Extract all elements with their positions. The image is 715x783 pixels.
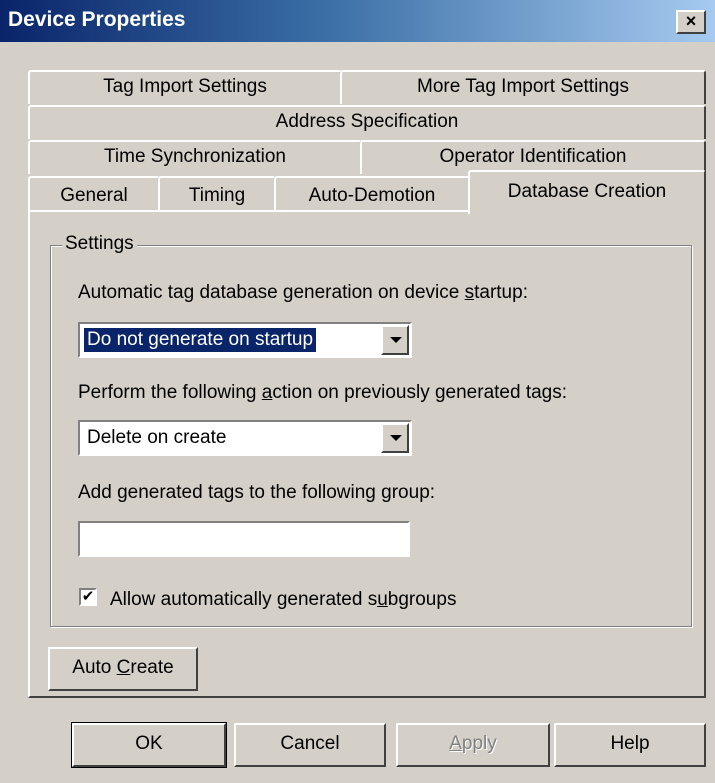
allow-subgroups-checkbox[interactable]: ✔ [79, 588, 97, 606]
cancel-button[interactable]: Cancel [234, 723, 386, 767]
tab-auto-demotion[interactable]: Auto-Demotion [274, 176, 470, 212]
chevron-down-icon[interactable] [381, 423, 409, 453]
auto-create-button[interactable]: Auto Create [48, 647, 198, 691]
previous-tags-action-dropdown[interactable]: Delete on create [78, 420, 412, 456]
startup-generation-value: Do not generate on startup [82, 327, 318, 353]
startup-generation-label: Automatic tag database generation on dev… [78, 282, 528, 303]
target-group-label: Add generated tags to the following grou… [78, 482, 436, 503]
startup-generation-dropdown[interactable]: Do not generate on startup [78, 322, 412, 358]
tab-time-synchronization[interactable]: Time Synchronization [28, 140, 362, 174]
close-icon: × [685, 11, 697, 31]
chevron-down-icon[interactable] [381, 325, 409, 355]
tab-operator-identification[interactable]: Operator Identification [360, 140, 706, 174]
tab-tag-import-settings[interactable]: Tag Import Settings [28, 70, 342, 104]
settings-group-label: Settings [62, 233, 137, 255]
close-button[interactable]: × [676, 10, 706, 34]
tab-timing[interactable]: Timing [158, 176, 276, 212]
title-bar: Device Properties × [0, 0, 715, 42]
target-group-input[interactable] [78, 521, 410, 557]
checkmark-icon: ✔ [81, 588, 95, 605]
tab-address-specification[interactable]: Address Specification [28, 105, 706, 139]
previous-tags-action-label: Perform the following action on previous… [78, 382, 568, 403]
tab-general[interactable]: General [28, 176, 160, 212]
allow-subgroups-label[interactable]: Allow automatically generated subgroups [110, 589, 456, 611]
help-button[interactable]: Help [554, 723, 706, 767]
window-title: Device Properties [8, 8, 186, 31]
tab-more-tag-import-settings[interactable]: More Tag Import Settings [340, 70, 706, 104]
previous-tags-action-value: Delete on create [87, 427, 227, 448]
tab-database-creation[interactable]: Database Creation [468, 170, 706, 214]
device-properties-dialog: Device Properties × Tag Import Settings … [0, 0, 715, 783]
ok-button[interactable]: OK [71, 722, 227, 768]
apply-button[interactable]: Apply [396, 723, 550, 767]
